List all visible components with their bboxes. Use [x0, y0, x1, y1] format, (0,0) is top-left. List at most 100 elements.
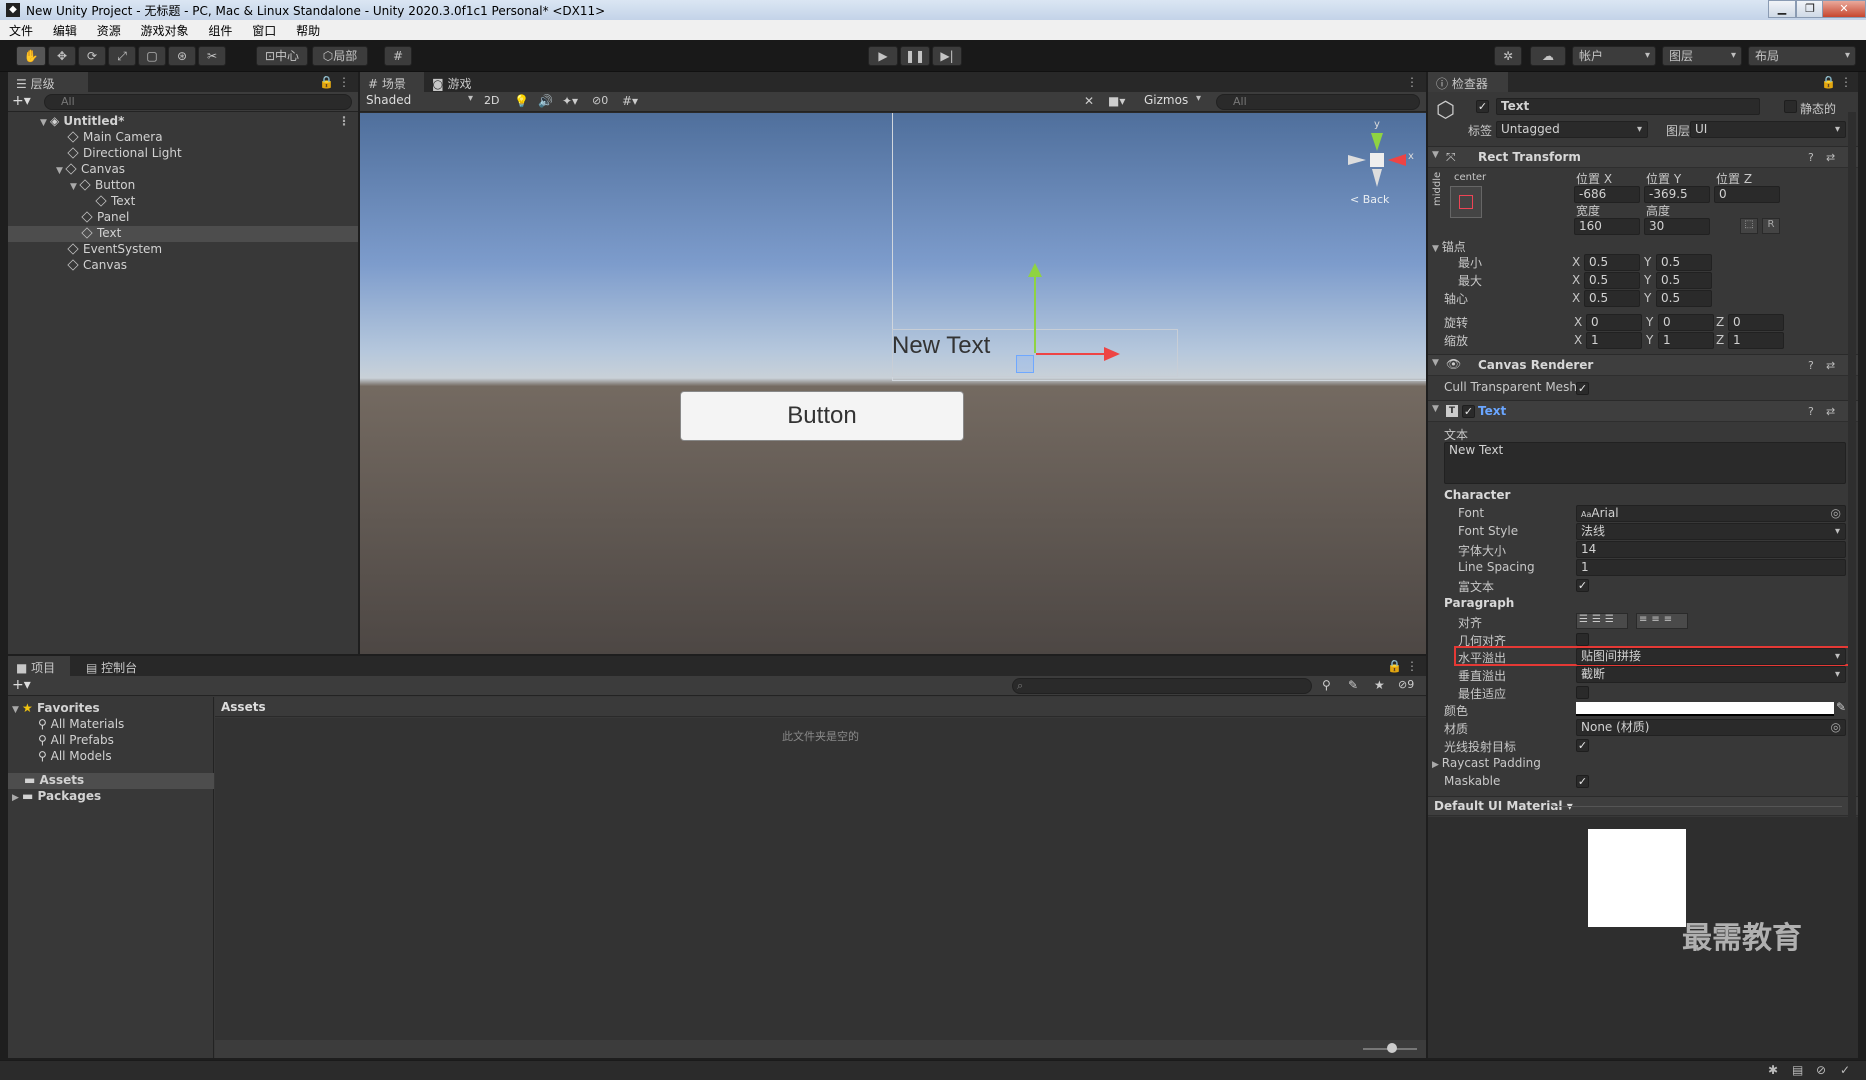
step-button[interactable]: ▶|: [932, 46, 962, 66]
icon-size-slider-thumb[interactable]: [1387, 1043, 1397, 1053]
cull-transparent-checkbox[interactable]: ✓: [1576, 382, 1589, 395]
project-search-input[interactable]: ⌕: [1012, 678, 1312, 694]
bug-icon[interactable]: ✱: [1768, 1063, 1778, 1077]
hidden-packages-toggle[interactable]: ⊘9: [1398, 678, 1414, 691]
rotation-x-field[interactable]: 0: [1586, 314, 1642, 331]
favorites-item[interactable]: ▼ ★ Favorites: [8, 701, 214, 717]
scene-back-link[interactable]: < Back: [1350, 193, 1389, 206]
object-name-field[interactable]: Text: [1496, 98, 1760, 115]
gizmo-center-cube[interactable]: [1370, 153, 1384, 167]
rotation-z-field[interactable]: 0: [1728, 314, 1784, 331]
filter-type-icon[interactable]: ⚲: [1322, 678, 1331, 692]
layer-dropdown[interactable]: UI: [1690, 121, 1846, 138]
custom-tool-icon[interactable]: ✂: [198, 46, 226, 66]
favorite-star-icon[interactable]: ★: [1374, 678, 1385, 692]
width-field[interactable]: 160: [1574, 218, 1640, 235]
2d-toggle[interactable]: 2D: [484, 94, 506, 107]
scale-y-field[interactable]: 1: [1658, 332, 1714, 349]
preset-icon[interactable]: ⇄: [1826, 151, 1835, 164]
menu-dots-icon[interactable]: ⋮: [1840, 75, 1852, 89]
material-object-field[interactable]: None (材质) ◎: [1576, 719, 1846, 736]
hierarchy-item-directional-light[interactable]: Directional Light: [8, 146, 358, 162]
object-picker-icon[interactable]: ◎: [1831, 720, 1841, 735]
text-content-area[interactable]: New Text: [1444, 442, 1846, 484]
rotation-y-field[interactable]: 0: [1658, 314, 1714, 331]
raycast-target-checkbox[interactable]: ✓: [1576, 739, 1589, 752]
scene-orientation-gizmo[interactable]: y x: [1344, 119, 1414, 193]
tools-icon[interactable]: ✕: [1084, 94, 1094, 108]
move-tool-icon[interactable]: ✥: [48, 46, 76, 66]
tab-hierarchy[interactable]: ☰ 层级: [8, 72, 88, 92]
hierarchy-item-eventsystem[interactable]: EventSystem: [8, 242, 358, 258]
maskable-checkbox[interactable]: ✓: [1576, 775, 1589, 788]
move-gizmo-y-arrow-icon[interactable]: [1028, 263, 1042, 277]
layout-dropdown[interactable]: 布局: [1748, 46, 1856, 66]
anchor-max-y-field[interactable]: 0.5: [1656, 272, 1712, 289]
collab-icon[interactable]: ✲: [1494, 46, 1522, 66]
create-icon[interactable]: +▾: [12, 677, 31, 693]
tab-project[interactable]: ■ 项目: [8, 656, 70, 676]
lock-icon[interactable]: 🔒: [319, 75, 334, 89]
help-icon[interactable]: ?: [1808, 405, 1814, 418]
move-gizmo-x-arrow-icon[interactable]: [1104, 347, 1120, 361]
move-gizmo-y-axis[interactable]: [1034, 273, 1036, 353]
maximize-button[interactable]: ❐: [1796, 0, 1824, 18]
anchor-min-x-field[interactable]: 0.5: [1584, 254, 1640, 271]
material-header[interactable]: Default UI Material ▾ ⋮: [1428, 796, 1858, 816]
font-size-field[interactable]: 14: [1576, 541, 1846, 558]
active-checkbox[interactable]: ✓: [1476, 100, 1489, 113]
anchors-foldout[interactable]: ▼ 锚点: [1432, 238, 1466, 255]
hierarchy-item-button-text[interactable]: Text: [8, 194, 358, 210]
add-icon[interactable]: +▾: [12, 93, 31, 109]
scene-menu-icon[interactable]: ⋮: [338, 114, 350, 128]
scale-x-field[interactable]: 1: [1586, 332, 1642, 349]
pos-z-field[interactable]: 0: [1714, 186, 1780, 203]
color-swatch[interactable]: [1576, 702, 1834, 716]
hierarchy-item-canvas-2[interactable]: Canvas: [8, 258, 358, 274]
rect-transform-header[interactable]: ▼ ⤧ Rect Transform ? ⇄ ⋮: [1428, 146, 1858, 168]
help-icon[interactable]: ?: [1808, 359, 1814, 372]
rotate-tool-icon[interactable]: ⟳: [78, 46, 106, 66]
menu-help[interactable]: 帮助: [289, 20, 327, 41]
hidden-objects-toggle[interactable]: ⊘0: [592, 94, 608, 107]
packages-folder-item[interactable]: ▶ ▬ Packages: [8, 789, 214, 805]
check-icon[interactable]: ✓: [1840, 1063, 1850, 1077]
pause-button[interactable]: ❚❚: [900, 46, 930, 66]
scene-search-input[interactable]: All: [1216, 94, 1420, 110]
tab-console[interactable]: ▤ 控制台: [78, 656, 152, 676]
blueprint-mode-icon[interactable]: ⬚: [1740, 218, 1758, 234]
gizmo-neg-y-cone-icon[interactable]: [1372, 169, 1382, 187]
vertical-align-buttons[interactable]: ≡≡≡: [1636, 613, 1688, 629]
pivot-local-button[interactable]: ⬡局部: [312, 46, 368, 66]
raw-edit-button[interactable]: R: [1762, 218, 1780, 234]
hierarchy-search-input[interactable]: All: [44, 94, 352, 110]
shading-mode-dropdown[interactable]: Shaded: [364, 93, 478, 110]
filter-label-icon[interactable]: ✎: [1348, 678, 1358, 692]
menu-dots-icon[interactable]: ⋮: [1406, 659, 1418, 673]
tab-scene[interactable]: # 场景: [360, 72, 424, 92]
pos-x-field[interactable]: -686: [1574, 186, 1640, 203]
pivot-x-field[interactable]: 0.5: [1584, 290, 1640, 307]
scene-new-text[interactable]: New Text: [892, 332, 990, 360]
horizontal-align-buttons[interactable]: ☰☰☰: [1576, 613, 1628, 629]
help-icon[interactable]: ?: [1808, 151, 1814, 164]
canvas-renderer-header[interactable]: ▼ 👁 Canvas Renderer ? ⇄ ⋮: [1428, 354, 1858, 376]
pivot-y-field[interactable]: 0.5: [1656, 290, 1712, 307]
move-gizmo-plane-handle[interactable]: [1016, 355, 1034, 373]
grid-toggle-icon[interactable]: #▾: [622, 94, 638, 108]
static-checkbox[interactable]: [1784, 100, 1797, 113]
font-style-dropdown[interactable]: 法线: [1576, 523, 1846, 540]
scene-viewport[interactable]: New Text Button y x < Back: [360, 113, 1426, 654]
progress-icon[interactable]: ▤: [1792, 1063, 1803, 1077]
scene-button[interactable]: Button: [680, 391, 964, 441]
play-button[interactable]: ▶: [868, 46, 898, 66]
fav-all-materials[interactable]: ⚲ All Materials: [8, 717, 214, 733]
vertical-overflow-dropdown[interactable]: 截断: [1576, 666, 1846, 683]
lock-icon[interactable]: 🔒: [1387, 659, 1402, 673]
preset-icon[interactable]: ⇄: [1826, 359, 1835, 372]
horizontal-overflow-dropdown[interactable]: 贴图间拼接: [1576, 648, 1846, 665]
gizmos-dropdown[interactable]: Gizmos: [1142, 93, 1206, 110]
camera-icon[interactable]: ■▾: [1108, 94, 1125, 108]
grid-snap-icon[interactable]: #: [384, 46, 412, 66]
hierarchy-item-panel[interactable]: Panel: [8, 210, 358, 226]
